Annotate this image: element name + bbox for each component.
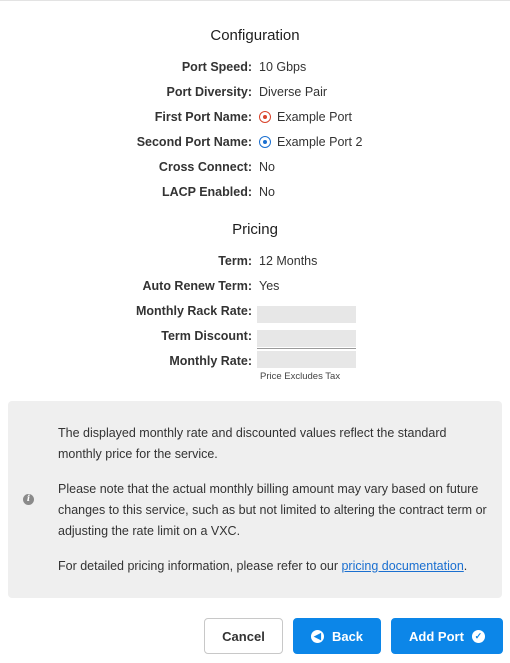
add-port-button-label: Add Port — [409, 628, 464, 644]
back-button[interactable]: ◀ Back — [293, 618, 381, 654]
config-label: LACP Enabled: — [161, 185, 252, 199]
config-row-cross-connect: Cross Connect: No — [0, 157, 510, 177]
pricing-row-auto-renew: Auto Renew Term: Yes — [0, 276, 510, 296]
pricing-info-panel: i The displayed monthly rate and discoun… — [8, 401, 502, 598]
pricing-label: Term Discount: — [161, 329, 252, 343]
config-row-port-diversity: Port Diversity: Diverse Pair — [0, 82, 510, 102]
config-label: Port Speed: — [181, 60, 252, 74]
config-value: 10 Gbps — [259, 60, 307, 74]
pricing-title: Pricing — [232, 221, 278, 238]
info-paragraph-documentation: For detailed pricing information, please… — [58, 556, 488, 577]
redacted-term-discount — [257, 330, 356, 347]
config-label: First Port Name: — [154, 110, 252, 124]
pricing-row-monthly-rate: Monthly Rate: — [0, 351, 510, 371]
info-paragraph-billing-variance: Please note that the actual monthly bill… — [58, 482, 487, 538]
top-divider — [0, 0, 510, 1]
config-value: Diverse Pair — [259, 85, 328, 99]
redacted-monthly-rate — [257, 351, 356, 368]
pricing-row-term: Term: 12 Months — [0, 251, 510, 271]
pricing-label: Monthly Rack Rate: — [136, 304, 252, 318]
pricing-row-rack-rate: Monthly Rack Rate: — [0, 301, 510, 321]
redacted-rack-rate — [257, 306, 356, 323]
config-row-port-speed: Port Speed: 10 Gbps — [0, 57, 510, 77]
cancel-button-label: Cancel — [222, 628, 265, 644]
config-value-wrap: Example Port 2 — [259, 132, 362, 152]
info-paragraph-standard-price: The displayed monthly rate and discounte… — [58, 426, 447, 461]
config-label: Cross Connect: — [158, 160, 252, 174]
config-row-second-port: Second Port Name: Example Port 2 — [0, 132, 510, 152]
info-doc-suffix: . — [463, 559, 468, 573]
add-port-button[interactable]: Add Port ✓ — [391, 618, 503, 654]
price-tax-note: Price Excludes Tax — [260, 371, 341, 382]
info-doc-prefix: For detailed pricing information, please… — [58, 559, 342, 573]
check-circle-icon: ✓ — [471, 629, 485, 643]
config-label: Port Diversity: — [166, 85, 252, 99]
pricing-label: Monthly Rate: — [169, 354, 252, 368]
pricing-sum-divider — [257, 348, 356, 349]
cancel-button[interactable]: Cancel — [204, 618, 283, 654]
config-row-first-port: First Port Name: Example Port — [0, 107, 510, 127]
config-label: Second Port Name: — [136, 135, 252, 149]
second-port-indicator-icon — [259, 136, 271, 148]
pricing-row-term-discount: Term Discount: — [0, 326, 510, 346]
pricing-label: Term: — [218, 254, 252, 268]
config-value: No — [259, 160, 275, 174]
pricing-value: 12 Months — [259, 254, 318, 268]
second-port-name: Example Port 2 — [277, 135, 363, 149]
back-button-label: Back — [331, 628, 364, 644]
info-icon: i — [23, 494, 34, 505]
pricing-value: Yes — [259, 279, 280, 293]
config-row-lacp: LACP Enabled: No — [0, 182, 510, 202]
configuration-title: Configuration — [210, 27, 300, 44]
first-port-indicator-icon — [259, 111, 271, 123]
pricing-documentation-link[interactable]: pricing documentation — [341, 559, 463, 573]
config-value-wrap: Example Port — [259, 107, 352, 127]
first-port-name: Example Port — [277, 110, 353, 124]
config-value: No — [259, 185, 275, 199]
arrow-left-circle-icon: ◀ — [310, 629, 324, 643]
pricing-label: Auto Renew Term: — [142, 279, 253, 293]
